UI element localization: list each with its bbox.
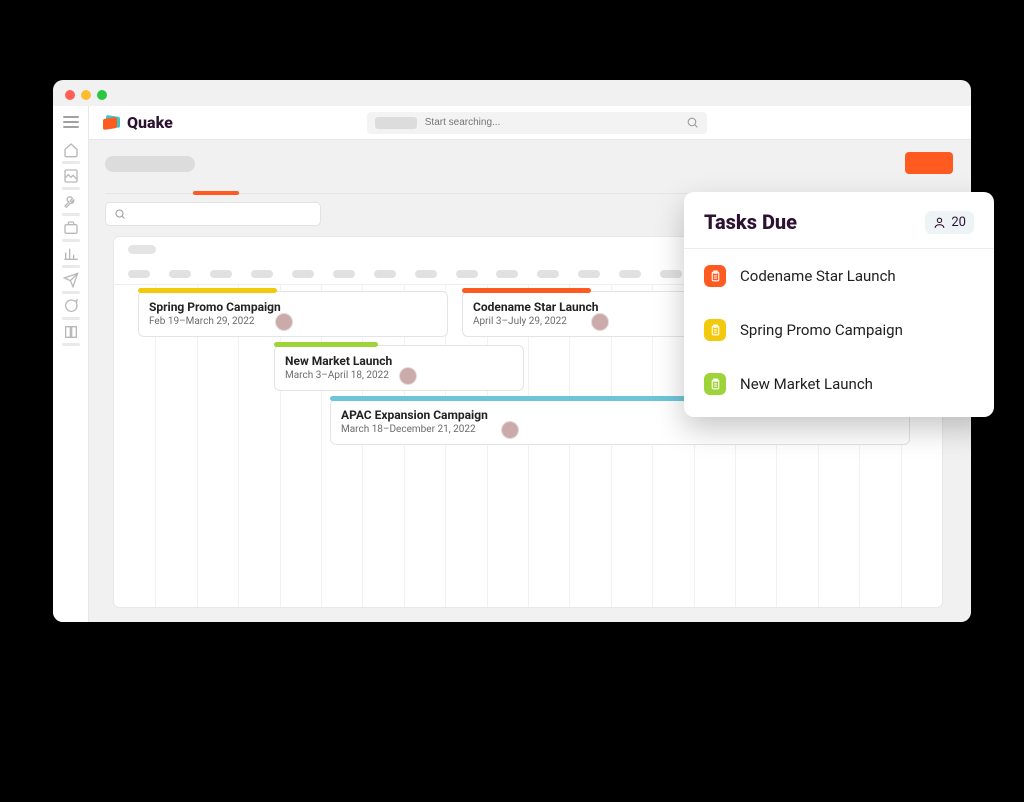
timeline-search[interactable] — [105, 202, 321, 226]
app-logo[interactable]: Quake — [103, 113, 173, 132]
send-icon — [63, 272, 79, 288]
avatar[interactable] — [399, 367, 417, 385]
image-icon — [63, 168, 79, 184]
search-icon — [114, 208, 126, 220]
maximize-icon[interactable] — [97, 90, 107, 100]
wrench-icon — [63, 194, 79, 210]
nav-image[interactable] — [62, 168, 80, 190]
nav-send[interactable] — [62, 272, 80, 294]
briefcase-icon — [63, 220, 79, 236]
timeline-task[interactable]: Spring Promo Campaign Feb 19–March 29, 2… — [138, 291, 448, 337]
active-tab-indicator — [193, 191, 239, 195]
avatar[interactable] — [591, 313, 609, 331]
timeline-task[interactable]: Codename Star Launch April 3–July 29, 20… — [462, 291, 712, 337]
nav-briefcase[interactable] — [62, 220, 80, 242]
nav-book[interactable] — [62, 324, 80, 346]
close-icon[interactable] — [65, 90, 75, 100]
tasks-due-item[interactable]: Spring Promo Campaign — [704, 303, 974, 357]
task-title: New Market Launch — [285, 354, 513, 368]
search-filter-chip[interactable] — [375, 117, 417, 129]
avatar[interactable] — [275, 313, 293, 331]
tasks-due-count[interactable]: 20 — [925, 211, 974, 234]
task-dates: March 18–December 21, 2022 — [341, 424, 899, 435]
clipboard-icon — [704, 373, 726, 395]
tasks-due-item[interactable]: New Market Launch — [704, 357, 974, 411]
task-title: Codename Star Launch — [473, 300, 701, 314]
tasks-due-card: Tasks Due 20 Codename Star Launch Spring… — [684, 192, 994, 417]
tasks-due-item-label: Codename Star Launch — [740, 267, 896, 285]
nav-home[interactable] — [62, 142, 80, 164]
tasks-due-title: Tasks Due — [704, 210, 797, 234]
tasks-due-count-value: 20 — [951, 215, 966, 230]
person-icon — [933, 216, 946, 229]
global-search[interactable] — [367, 112, 707, 134]
top-bar: Quake — [89, 106, 971, 140]
clipboard-icon — [704, 265, 726, 287]
task-dates: April 3–July 29, 2022 — [473, 316, 701, 327]
tasks-due-item[interactable]: Codename Star Launch — [704, 249, 974, 303]
app-name: Quake — [127, 113, 173, 132]
hamburger-icon[interactable] — [63, 116, 79, 128]
primary-action-button[interactable] — [905, 152, 953, 174]
search-input[interactable] — [425, 117, 678, 128]
tasks-due-item-label: New Market Launch — [740, 375, 873, 393]
window-controls — [65, 90, 107, 100]
left-nav-rail — [53, 106, 89, 622]
clipboard-icon — [704, 319, 726, 341]
minimize-icon[interactable] — [81, 90, 91, 100]
filter-row — [105, 202, 321, 226]
nav-tools[interactable] — [62, 194, 80, 216]
task-dates: Feb 19–March 29, 2022 — [149, 316, 437, 327]
timeline-task[interactable]: New Market Launch March 3–April 18, 2022 — [274, 345, 524, 391]
task-title: Spring Promo Campaign — [149, 300, 437, 314]
nav-chat[interactable] — [62, 298, 80, 320]
nav-reports[interactable] — [62, 246, 80, 268]
book-icon — [63, 324, 79, 340]
tasks-due-item-label: Spring Promo Campaign — [740, 321, 903, 339]
home-icon — [63, 142, 79, 158]
avatar[interactable] — [501, 421, 519, 439]
bar-chart-icon — [63, 246, 79, 262]
page-header — [105, 150, 959, 194]
page-title-placeholder — [105, 156, 195, 172]
search-icon — [686, 116, 699, 129]
logo-icon — [103, 116, 121, 130]
chat-icon — [63, 298, 79, 314]
